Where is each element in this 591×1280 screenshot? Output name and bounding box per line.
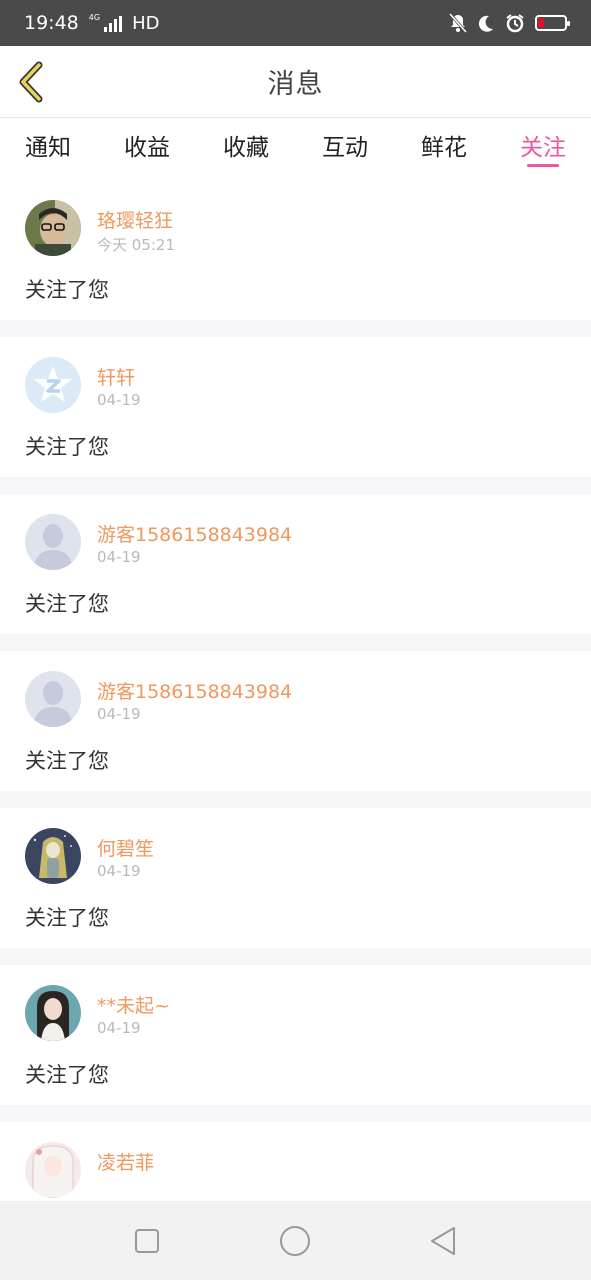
page-title: 消息 [267,69,324,100]
message-text: 关注了您 [25,749,109,773]
message-text: 关注了您 [25,278,109,302]
recents-button[interactable] [130,1223,164,1259]
girl-photo-avatar [25,985,81,1041]
nav-back-button[interactable] [427,1223,461,1259]
tab-follow[interactable]: 关注 [519,118,567,180]
message-text: 关注了您 [25,435,109,459]
message-text: 关注了您 [25,906,109,930]
avatar[interactable] [25,1142,81,1198]
signal-icon: 4G [88,13,123,32]
user-name[interactable]: 游客1586158843984 [97,520,292,547]
status-right [449,13,570,33]
user-name[interactable]: 珞璎轻狂 [97,206,173,233]
timestamp: 04-19 [97,391,141,409]
user-name[interactable]: 凌若菲 [97,1148,154,1175]
anime-girl-avatar [25,828,81,884]
avatar[interactable] [25,357,81,413]
list-item[interactable]: 珞璎轻狂 今天 05:21 关注了您 [0,180,591,320]
message-text: 关注了您 [25,1063,109,1087]
list-item[interactable]: 游客1586158843984 04-19 关注了您 [0,494,591,634]
moon-icon [478,15,493,32]
status-left: 19:48 4G HD [24,12,159,34]
timestamp: 04-19 [97,705,141,723]
tab-favorites[interactable]: 收藏 [222,118,270,180]
notification-list: 珞璎轻狂 今天 05:21 关注了您 轩轩 04-19 关注了您 游客15861… [0,180,591,1201]
tab-label: 鲜花 [421,135,467,161]
avatar[interactable] [25,985,81,1041]
tab-flowers[interactable]: 鲜花 [420,118,468,180]
tab-bar: 通知 收益 收藏 互动 鲜花 关注 [0,118,591,180]
avatar[interactable] [25,514,81,570]
timestamp: 今天 05:21 [97,236,175,254]
avatar[interactable] [25,200,81,256]
tab-interaction[interactable]: 互动 [321,118,369,180]
list-item[interactable]: **未起~ 04-19 关注了您 [0,965,591,1105]
timestamp: 04-19 [97,862,141,880]
anime-white-hair-avatar [25,1142,81,1198]
system-nav-bar [0,1201,591,1280]
photo-glasses-avatar [25,200,81,256]
tab-label: 关注 [520,135,566,161]
circle-icon [280,1226,310,1256]
list-item[interactable]: 轩轩 04-19 关注了您 [0,337,591,477]
list-item[interactable]: 游客1586158843984 04-19 关注了您 [0,651,591,791]
list-item[interactable]: 何碧笙 04-19 关注了您 [0,808,591,948]
avatar[interactable] [25,671,81,727]
user-name[interactable]: 何碧笙 [97,834,154,861]
status-bar: 19:48 4G HD [0,0,591,46]
user-name[interactable]: **未起~ [97,991,170,1018]
timestamp: 04-19 [97,1019,141,1037]
hd-indicator: HD [132,12,160,34]
user-name[interactable]: 轩轩 [97,363,135,390]
home-button[interactable] [278,1223,312,1259]
message-text: 关注了您 [25,592,109,616]
timestamp: 04-19 [97,548,141,566]
tab-label: 收益 [124,135,170,161]
tab-notification[interactable]: 通知 [24,118,72,180]
list-item[interactable]: 凌若菲 [0,1122,591,1201]
header: 消息 [0,46,591,118]
mute-bell-icon [449,13,467,33]
avatar[interactable] [25,828,81,884]
qq-logo-avatar [25,357,81,413]
square-icon [135,1229,159,1253]
tab-earnings[interactable]: 收益 [123,118,171,180]
triangle-back-icon [431,1227,455,1255]
tab-label: 收藏 [223,135,269,161]
back-button[interactable] [14,60,50,104]
battery-icon [535,15,570,31]
user-name[interactable]: 游客1586158843984 [97,677,292,704]
network-type: 4G [88,13,101,22]
status-time: 19:48 [24,12,79,34]
alarm-icon [506,14,524,33]
chevron-left-icon [19,61,43,103]
tab-underline [527,164,559,167]
default-user-avatar [25,671,81,727]
tab-label: 互动 [322,135,368,161]
tab-label: 通知 [25,135,71,161]
default-user-avatar [25,514,81,570]
